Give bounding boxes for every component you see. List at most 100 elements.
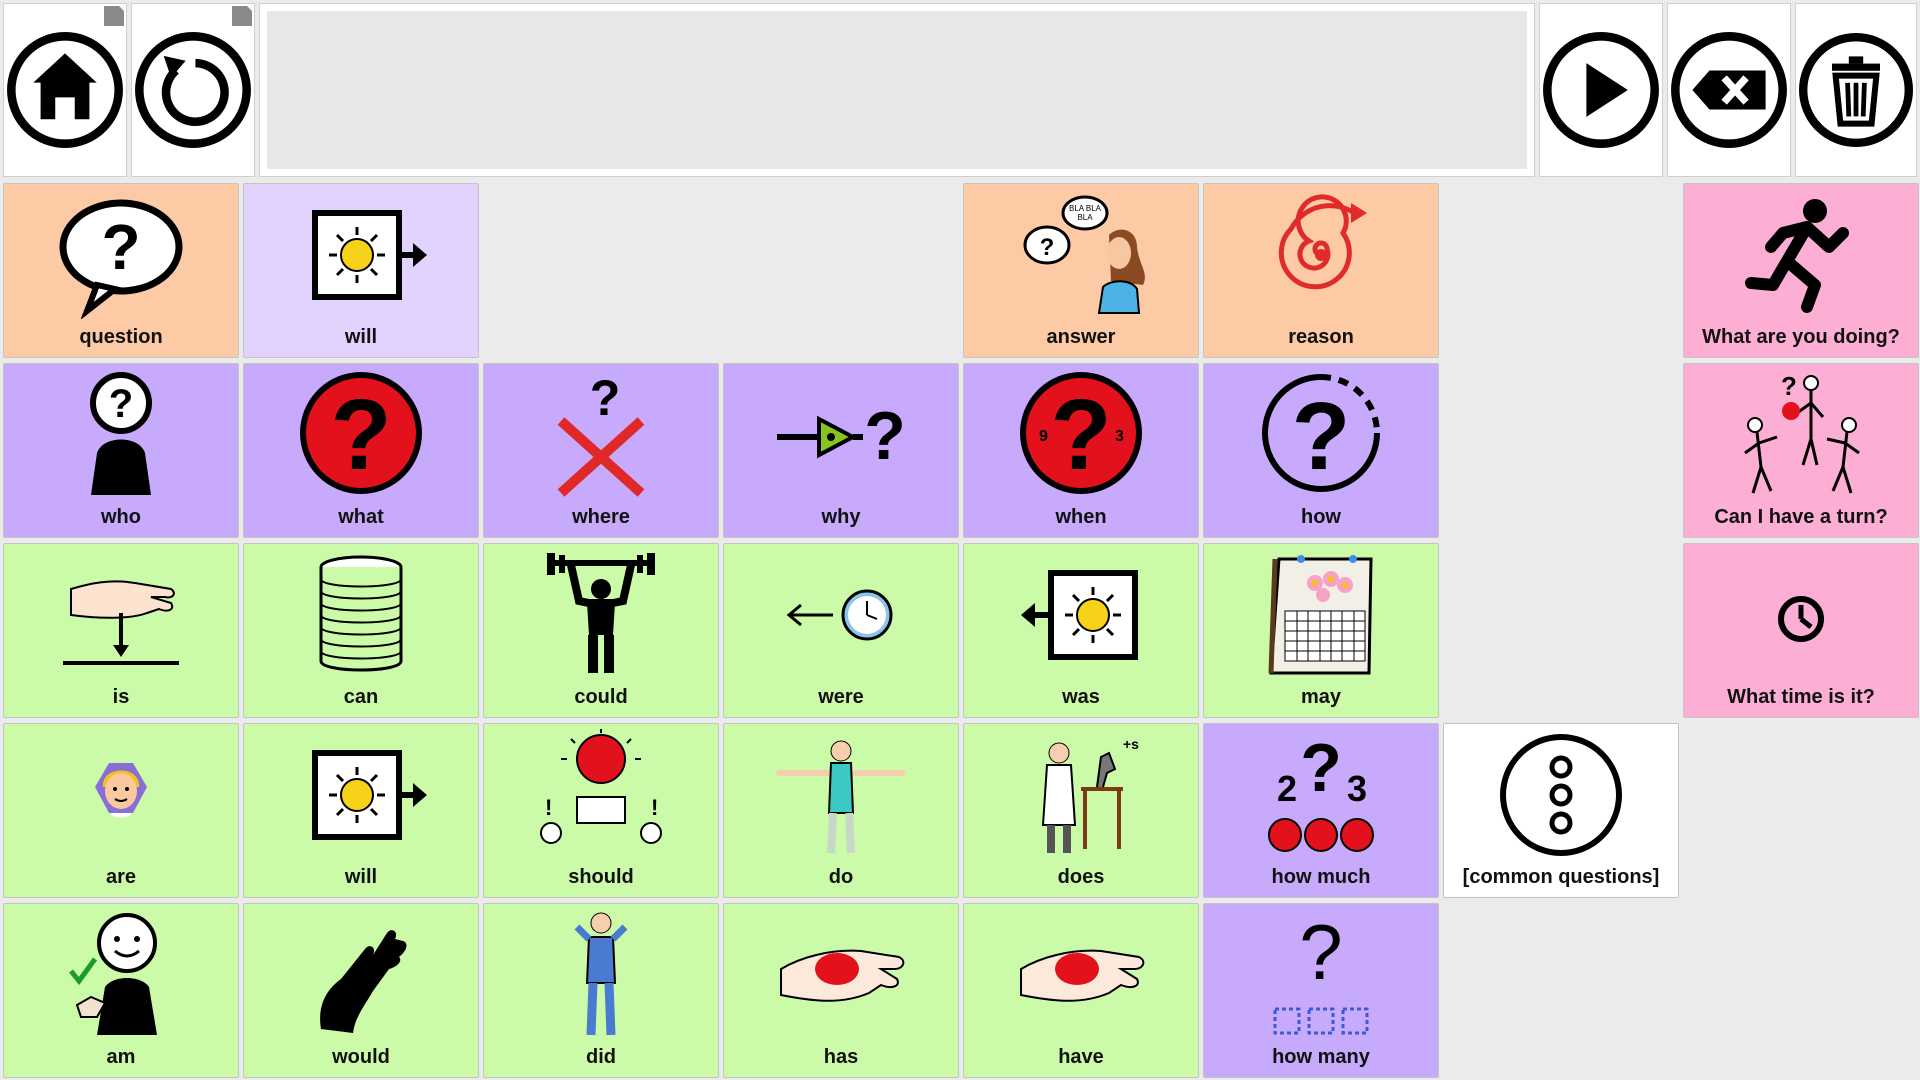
cell-should[interactable]: ! ! should	[483, 723, 719, 898]
page-corner-icon	[232, 6, 252, 26]
cell-could[interactable]: could	[483, 543, 719, 718]
cell-why[interactable]: ? why	[723, 363, 959, 538]
cell-question[interactable]: ? question	[3, 183, 239, 358]
cell-label: should	[568, 866, 634, 888]
svg-text:!: !	[545, 795, 552, 820]
spiral-icon	[1278, 194, 1367, 290]
cell-when[interactable]: ? 9 3 when	[963, 363, 1199, 538]
cell-label: has	[823, 1046, 859, 1068]
undo-button[interactable]	[131, 3, 255, 177]
cell-reason[interactable]: reason	[1203, 183, 1439, 358]
cell-label: Can I have a turn?	[1714, 506, 1888, 528]
cell-have[interactable]: have	[963, 903, 1199, 1078]
cell-label: What time is it?	[1727, 686, 1875, 708]
reason-arrow-question-icon: ?	[777, 398, 906, 474]
scientist-icon: +s	[1041, 736, 1139, 853]
svg-text:BLA: BLA	[1077, 213, 1093, 222]
cell-how[interactable]: ? how	[1203, 363, 1439, 538]
svg-text:?: ?	[1300, 730, 1342, 806]
backspace-button[interactable]	[1667, 3, 1791, 177]
cell-common-questions[interactable]: [common questions]	[1443, 723, 1679, 898]
cell-can-i-have-a-turn[interactable]: ? Can I have a turn?	[1683, 363, 1919, 538]
cell-where[interactable]: ? where	[483, 363, 719, 538]
svg-text:?: ?	[1292, 383, 1351, 490]
speech-bubble-question-icon: ?	[59, 199, 183, 319]
gymnast-icon	[776, 740, 906, 854]
message-text	[267, 11, 1527, 169]
svg-text:?: ?	[109, 382, 133, 426]
cell-label: can	[343, 686, 379, 708]
cell-label: how many	[1272, 1046, 1370, 1068]
cell-were[interactable]: were	[723, 543, 959, 718]
cell-what[interactable]: ? what	[243, 363, 479, 538]
cell-label: may	[1300, 686, 1342, 708]
backspace-icon	[1671, 32, 1787, 148]
message-bar[interactable]	[259, 3, 1535, 177]
svg-text:BLA BLA: BLA BLA	[1069, 204, 1102, 213]
cell-label: will	[344, 326, 378, 348]
svg-text:?: ?	[1781, 371, 1797, 401]
person-self-icon	[69, 913, 157, 1035]
svg-text:2: 2	[1277, 768, 1297, 809]
clock-past-arrow-icon	[786, 589, 893, 641]
svg-text:9: 9	[1039, 428, 1048, 445]
cell-do[interactable]: do	[723, 723, 959, 898]
cell-answer[interactable]: ? BLA BLA BLA answer	[963, 183, 1199, 358]
cell-label: are	[105, 866, 137, 888]
cell-has[interactable]: has	[723, 903, 959, 1078]
cell-was[interactable]: was	[963, 543, 1199, 718]
calendar-icon	[1268, 555, 1373, 675]
home-icon	[7, 32, 123, 148]
hand-ball-icon	[1020, 949, 1145, 1002]
svg-text:?: ?	[1050, 379, 1111, 491]
should-people-icon: ! !	[540, 729, 662, 844]
running-person-icon	[1745, 199, 1849, 313]
cell-are[interactable]: are	[3, 723, 239, 898]
clock-icon	[1778, 596, 1824, 642]
cell-did[interactable]: did	[483, 903, 719, 1078]
sun-past-arrow-icon	[1021, 570, 1138, 660]
svg-text:3: 3	[1347, 768, 1367, 809]
cell-can[interactable]: can	[243, 543, 479, 718]
cell-label: why	[821, 506, 861, 528]
cell-how-many[interactable]: ? how many	[1203, 903, 1439, 1078]
cell-label: question	[79, 326, 163, 348]
clock-question-icon: ? 9 3	[1020, 372, 1142, 494]
how-much-icon: 2 ? 3	[1268, 730, 1374, 852]
trash-icon	[1799, 33, 1913, 147]
can-stack-icon	[319, 555, 403, 672]
cell-does[interactable]: +s does	[963, 723, 1199, 898]
cell-label: does	[1057, 866, 1105, 888]
home-button[interactable]	[3, 3, 127, 177]
how-many-icon: ?	[1273, 909, 1369, 1035]
cell-label: is	[112, 686, 130, 708]
svg-text:?: ?	[330, 379, 391, 491]
cell-label: was	[1062, 686, 1100, 708]
cell-what-are-you-doing[interactable]: What are you doing?	[1683, 183, 1919, 358]
sun-future-arrow-icon	[312, 210, 427, 300]
cell-label: where	[572, 506, 630, 528]
cell-label: did	[586, 1046, 616, 1068]
cell-label: how	[1301, 506, 1341, 528]
svg-text:?: ?	[1299, 909, 1342, 996]
cell-label: could	[574, 686, 628, 708]
svg-text:?: ?	[101, 211, 140, 283]
girl-answer-icon: ? BLA BLA BLA	[1023, 195, 1145, 314]
play-icon	[1543, 32, 1659, 148]
cell-is[interactable]: is	[3, 543, 239, 718]
speak-button[interactable]	[1539, 3, 1663, 177]
cell-label: reason	[1288, 326, 1354, 348]
cell-what-time-is-it[interactable]: What time is it?	[1683, 543, 1919, 718]
cell-label: What are you doing?	[1702, 326, 1900, 348]
cell-label: who	[101, 506, 141, 528]
cell-how-much[interactable]: 2 ? 3 how much	[1203, 723, 1439, 898]
svg-text:?: ?	[864, 398, 906, 474]
cell-will[interactable]: will	[243, 183, 479, 358]
cell-am[interactable]: am	[3, 903, 239, 1078]
cell-who[interactable]: ? who	[3, 363, 239, 538]
clear-button[interactable]	[1795, 3, 1917, 177]
cell-may[interactable]: may	[1203, 543, 1439, 718]
person-question-icon: ?	[90, 372, 152, 495]
cell-would[interactable]: would	[243, 903, 479, 1078]
cell-will-2[interactable]: will	[243, 723, 479, 898]
